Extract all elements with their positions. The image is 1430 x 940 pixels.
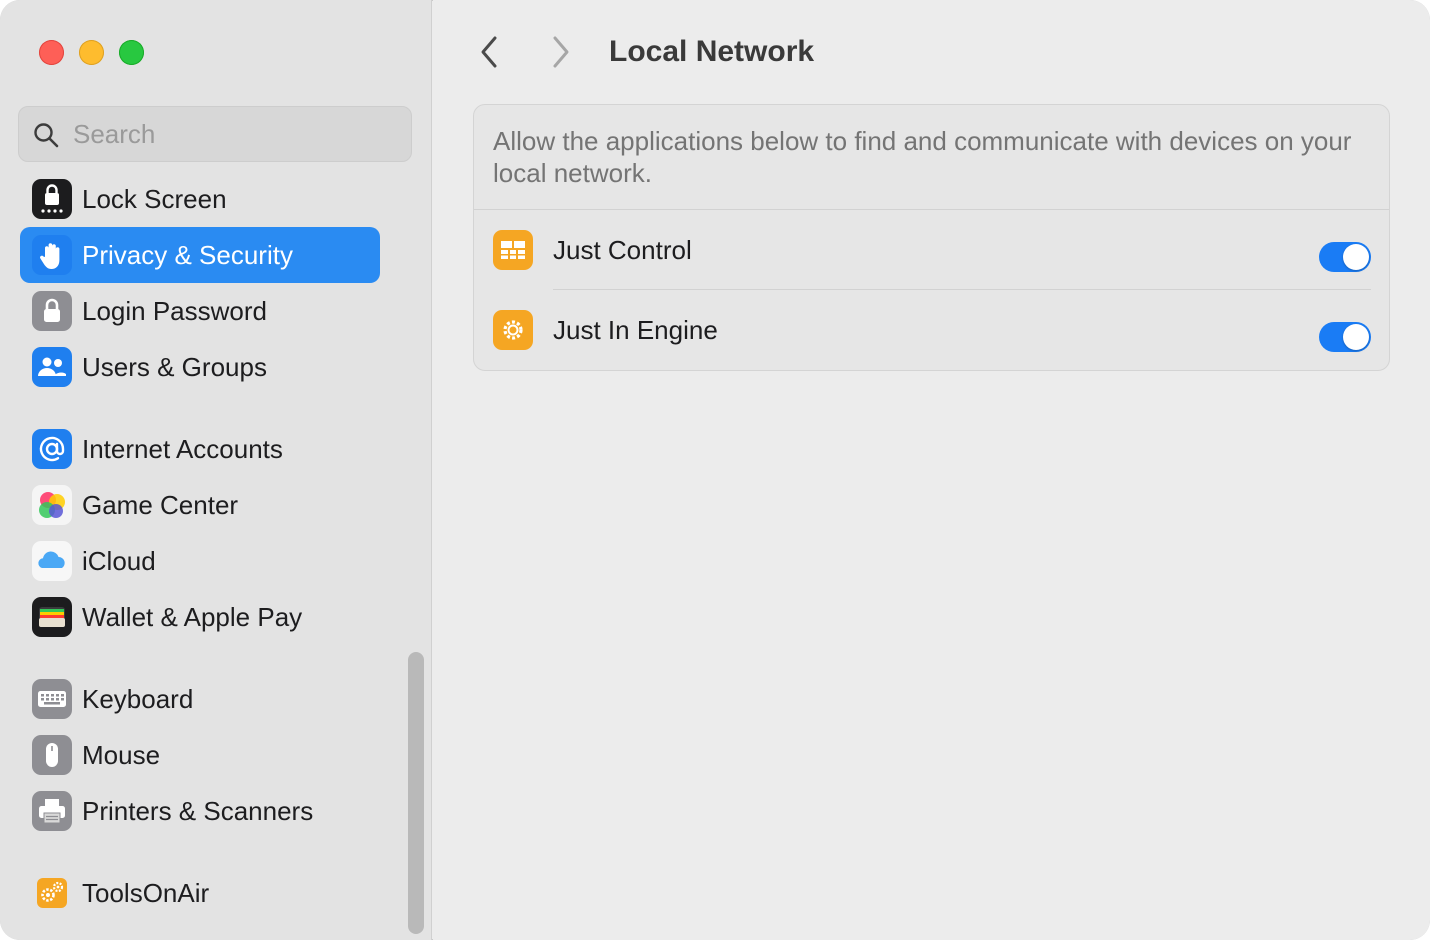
page-title: Local Network [609, 35, 815, 68]
sidebar-item-toolsonair[interactable]: ToolsOnAir [20, 865, 380, 921]
sidebar-item-label: Internet Accounts [82, 434, 283, 464]
zoom-window-button[interactable] [119, 40, 144, 65]
back-button[interactable] [471, 32, 507, 72]
sidebar-item-label: Mouse [82, 740, 161, 770]
at-sign-icon [32, 429, 72, 469]
app-row-just-control: Just Control [474, 210, 1389, 290]
sidebar-item-privacy-security[interactable]: Privacy & Security [20, 227, 380, 283]
toggle-knob [1343, 244, 1369, 270]
search-field[interactable] [18, 106, 412, 162]
padlock-icon [32, 291, 72, 331]
sidebar-item-wallet[interactable]: Wallet & Apple Pay [20, 589, 380, 645]
wallet-icon [32, 597, 72, 637]
sidebar-item-keyboard[interactable]: Keyboard [20, 671, 380, 727]
app-row-just-in-engine: Just In Engine [474, 290, 1389, 370]
mouse-icon [32, 735, 72, 775]
sidebar-item-login-password[interactable]: Login Password [20, 283, 380, 339]
users-icon [32, 347, 72, 387]
sidebar-item-lock-screen[interactable]: Lock Screen [20, 171, 380, 227]
sidebar-item-icloud[interactable]: iCloud [20, 533, 380, 589]
minimize-window-button[interactable] [79, 40, 104, 65]
panel-description: Allow the applications below to find and… [493, 126, 1352, 188]
forward-button[interactable] [543, 32, 579, 72]
sidebar-item-users-groups[interactable]: Users & Groups [20, 339, 380, 395]
sidebar-item-label: Privacy & Security [82, 240, 293, 270]
search-input[interactable] [73, 107, 393, 161]
sidebar-item-label: Lock Screen [82, 184, 227, 214]
sidebar-item-mouse[interactable]: Mouse [20, 727, 380, 783]
just-in-engine-toggle[interactable] [1319, 322, 1371, 352]
sidebar-item-label: Login Password [82, 296, 267, 326]
search-icon [34, 123, 59, 148]
cloud-icon [32, 541, 72, 581]
sidebar-item-label: Wallet & Apple Pay [82, 602, 303, 632]
close-window-button[interactable] [39, 40, 64, 65]
sidebar-item-label: Keyboard [82, 684, 194, 714]
local-network-panel: Allow the applications below to find and… [473, 104, 1390, 371]
sidebar-item-label: Users & Groups [82, 352, 267, 382]
lock-screen-icon [32, 179, 72, 219]
hand-icon [32, 235, 72, 275]
sidebar-item-label: Printers & Scanners [82, 796, 314, 826]
sidebar-item-game-center[interactable]: Game Center [20, 477, 380, 533]
settings-window: Lock Screen Privacy & Security Login Pas… [0, 0, 1430, 940]
sidebar: Lock Screen Privacy & Security Login Pas… [0, 0, 432, 940]
just-control-icon [493, 230, 533, 270]
sidebar-item-label: iCloud [82, 546, 156, 576]
just-control-toggle[interactable] [1319, 242, 1371, 272]
toggle-knob [1343, 324, 1369, 350]
just-in-engine-icon [493, 310, 533, 350]
game-center-icon [32, 485, 72, 525]
printer-icon [32, 791, 72, 831]
keyboard-icon [32, 679, 72, 719]
sidebar-item-label: Game Center [82, 490, 239, 520]
main-content: Local Network Allow the applications bel… [433, 0, 1430, 940]
app-name: Just Control [553, 235, 692, 265]
sidebar-item-internet-accounts[interactable]: Internet Accounts [20, 421, 380, 477]
sidebar-item-label: ToolsOnAir [82, 878, 210, 908]
gears-icon [32, 873, 72, 913]
sidebar-scrollbar[interactable] [408, 652, 424, 934]
app-name: Just In Engine [553, 315, 718, 345]
sidebar-item-printers[interactable]: Printers & Scanners [20, 783, 380, 839]
